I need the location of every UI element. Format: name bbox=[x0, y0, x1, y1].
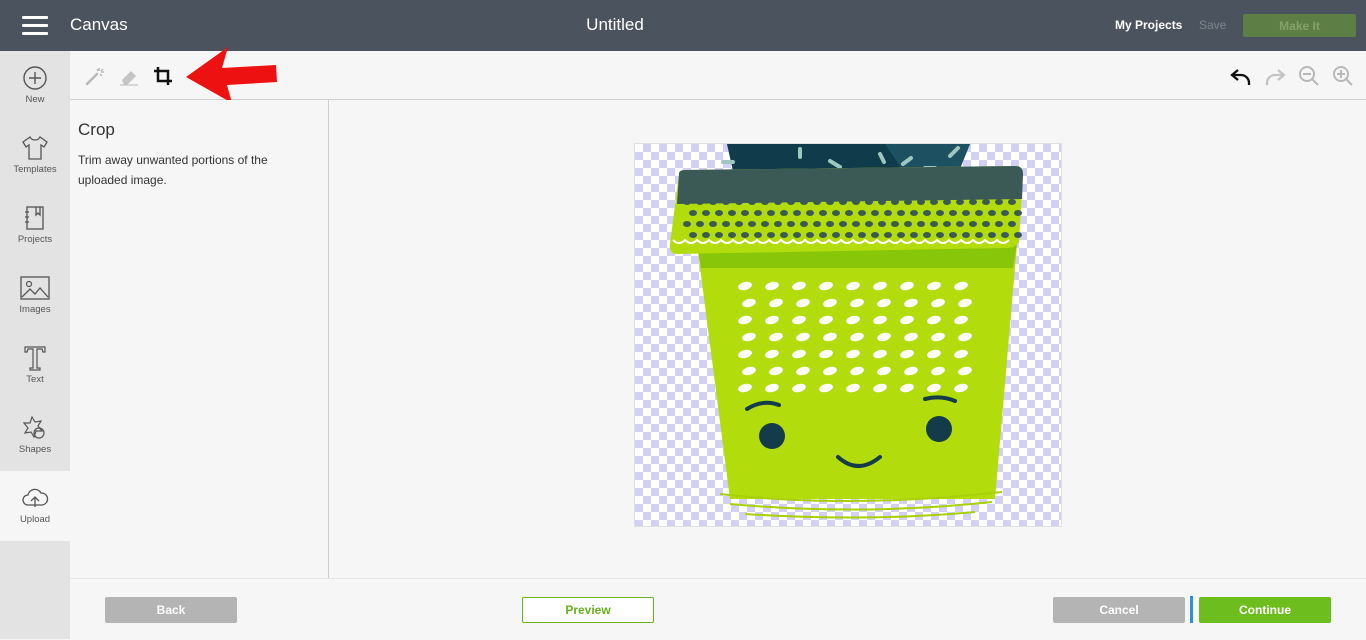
cactus-pot-illustration bbox=[669, 144, 1023, 519]
my-projects-link[interactable]: My Projects bbox=[1115, 18, 1182, 32]
shirt-icon bbox=[22, 136, 48, 160]
sidebar-item-images[interactable]: Images bbox=[0, 261, 70, 331]
magic-wand-icon[interactable] bbox=[84, 65, 106, 87]
continue-button[interactable]: Continue bbox=[1199, 597, 1331, 623]
back-button[interactable]: Back bbox=[105, 597, 237, 623]
sidebar-item-new[interactable]: New bbox=[0, 51, 70, 121]
zoom-in-icon[interactable] bbox=[1332, 65, 1354, 87]
sidebar-item-label: Templates bbox=[13, 164, 57, 175]
sidebar-item-templates[interactable]: Templates bbox=[0, 121, 70, 191]
sidebar-item-label: Text bbox=[26, 374, 44, 385]
preview-button[interactable]: Preview bbox=[522, 597, 654, 623]
shapes-icon bbox=[22, 415, 45, 439]
focus-divider bbox=[1190, 596, 1193, 623]
redo-icon[interactable] bbox=[1264, 65, 1286, 87]
notebook-icon bbox=[25, 206, 44, 230]
sidebar-item-text[interactable]: Text bbox=[0, 331, 70, 401]
panel-description: Trim away unwanted portions of the uploa… bbox=[78, 153, 268, 187]
sidebar-item-label: Upload bbox=[19, 514, 51, 525]
sidebar-item-shapes[interactable]: Shapes bbox=[0, 401, 70, 471]
undo-icon[interactable] bbox=[1230, 65, 1252, 87]
crop-panel: Crop Trim away unwanted portions of the … bbox=[70, 100, 329, 578]
document-title[interactable]: Untitled bbox=[0, 15, 1230, 35]
sidebar-item-projects[interactable]: Projects bbox=[0, 191, 70, 261]
panel-title: Crop bbox=[78, 120, 115, 139]
save-button[interactable]: Save bbox=[1199, 18, 1226, 32]
sidebar-item-upload[interactable]: Upload bbox=[0, 471, 70, 541]
crop-icon[interactable] bbox=[152, 65, 174, 87]
toolbar bbox=[70, 47, 1366, 103]
cancel-button[interactable]: Cancel bbox=[1053, 597, 1185, 623]
make-it-button[interactable]: Make It bbox=[1243, 14, 1356, 37]
sidebar: New Templates Projects Images Text Shape… bbox=[0, 51, 70, 639]
plus-circle-icon bbox=[23, 66, 47, 90]
cloud-upload-icon bbox=[22, 488, 49, 507]
image-icon bbox=[20, 276, 50, 300]
sidebar-item-label: Shapes bbox=[18, 444, 52, 455]
eraser-icon[interactable] bbox=[118, 65, 140, 87]
sidebar-item-label: Images bbox=[19, 304, 51, 315]
sidebar-item-label: New bbox=[25, 94, 45, 105]
text-icon bbox=[24, 346, 46, 371]
red-arrow-icon bbox=[186, 47, 277, 103]
zoom-out-icon[interactable] bbox=[1298, 65, 1320, 87]
footer: Back Preview Cancel Continue bbox=[70, 578, 1366, 640]
sidebar-item-label: Projects bbox=[17, 234, 53, 245]
uploaded-image[interactable] bbox=[634, 143, 1062, 527]
